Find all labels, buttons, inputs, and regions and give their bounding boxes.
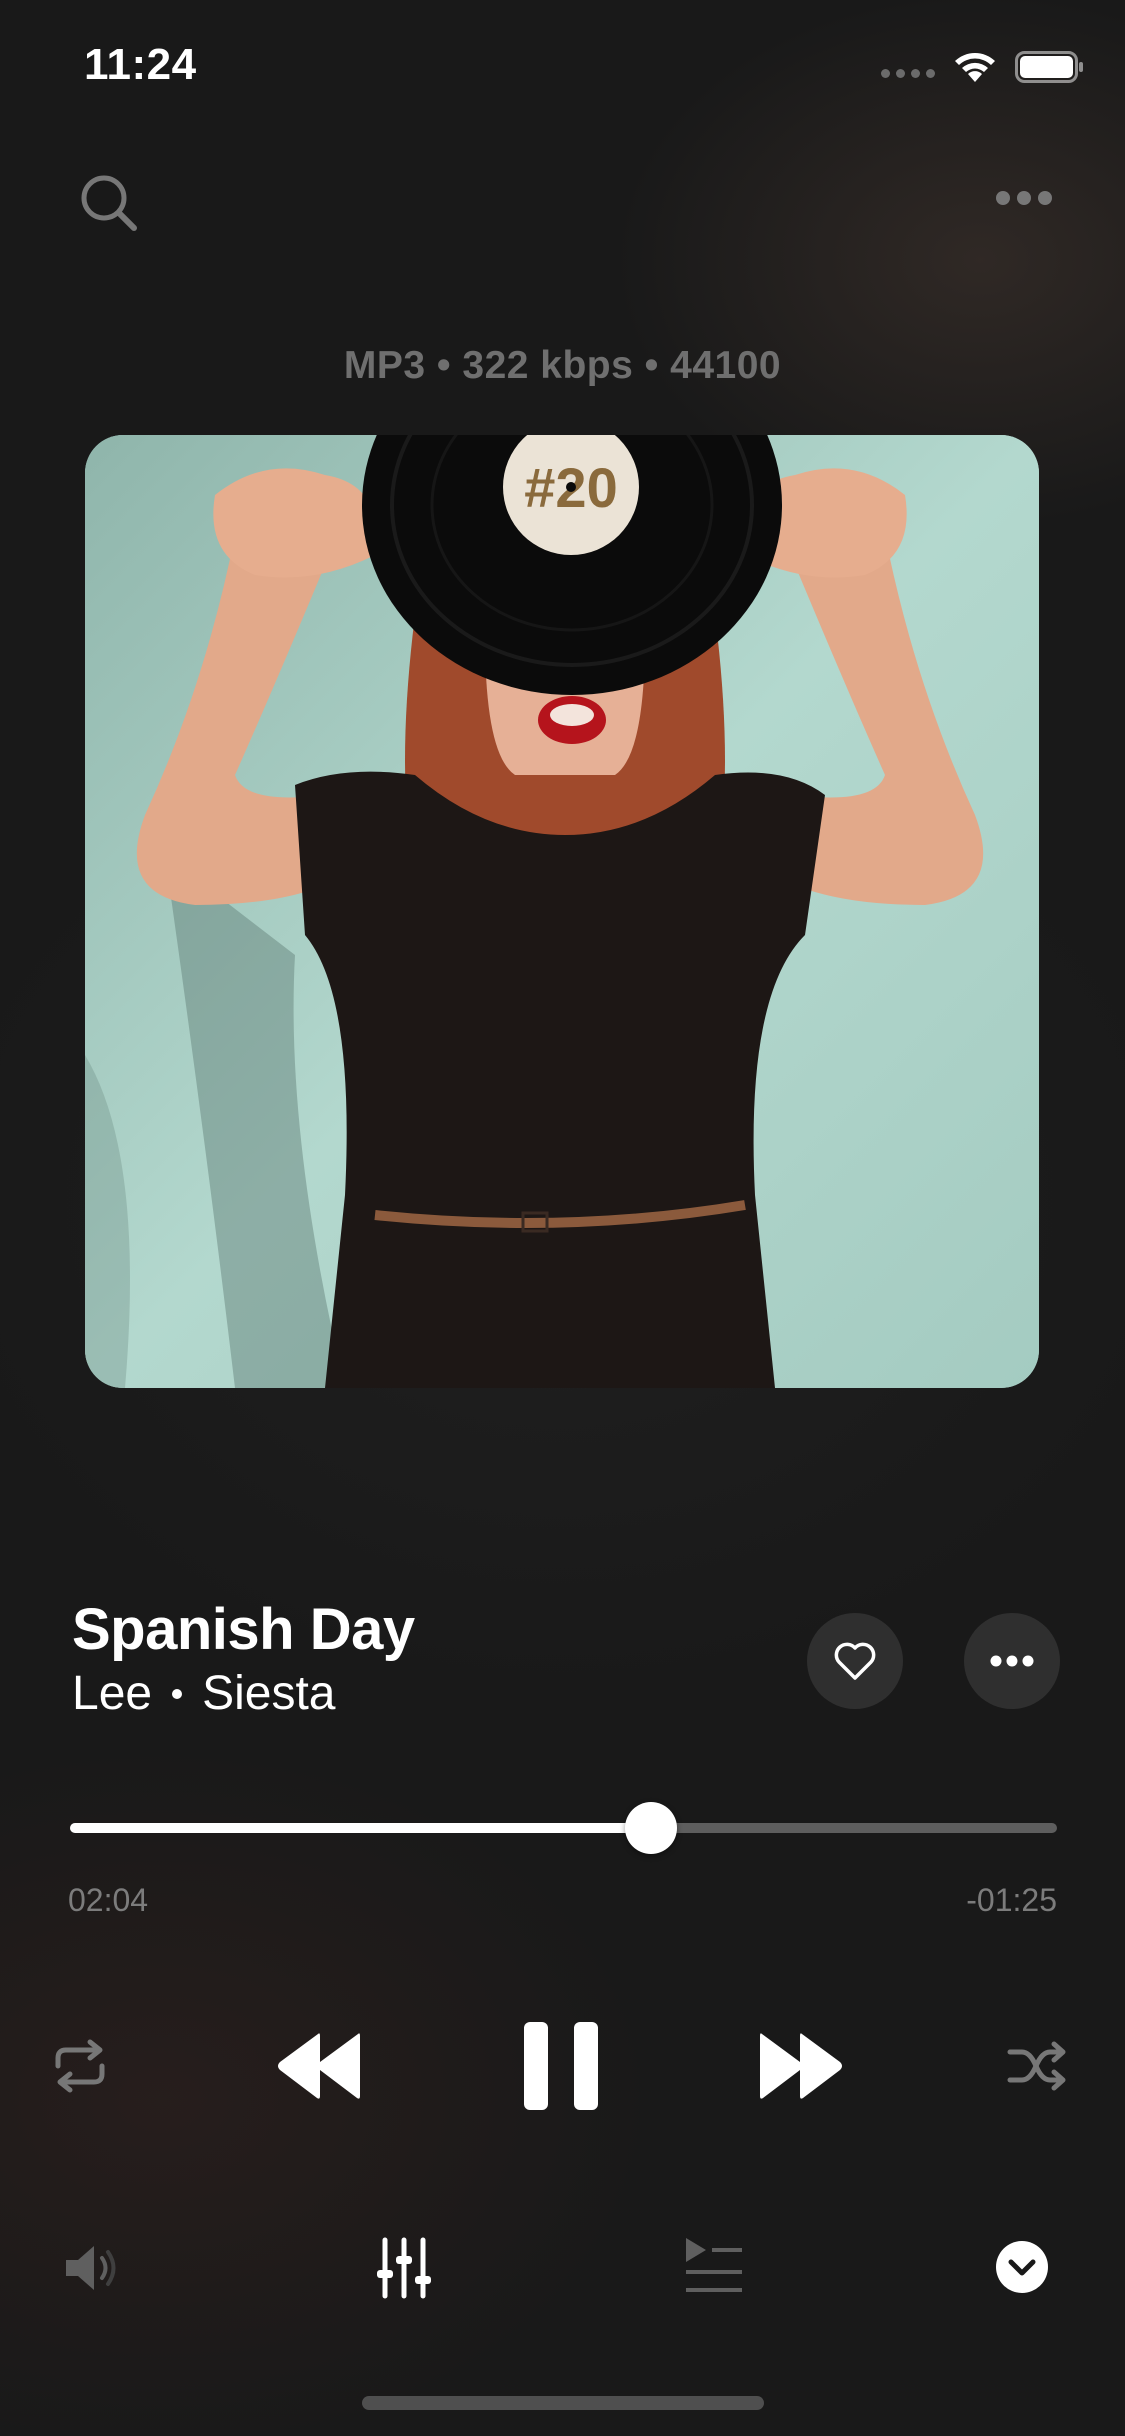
separator-dot <box>172 1688 183 1699</box>
progress-knob[interactable] <box>625 1802 678 1854</box>
top-more-button[interactable] <box>993 178 1055 218</box>
fast-forward-icon <box>760 2033 842 2099</box>
chevron-down-icon <box>996 2241 1048 2293</box>
home-indicator[interactable] <box>362 2396 764 2410</box>
album-artwork: #20 <box>85 435 1039 1388</box>
time-elapsed: 02:04 <box>68 1882 149 1918</box>
progress-fill <box>70 1823 652 1833</box>
shuffle-button[interactable] <box>1006 2036 1070 2096</box>
track-more-button[interactable] <box>964 1613 1060 1709</box>
time-remaining: -01:25 <box>966 1882 1057 1918</box>
forward-button[interactable] <box>756 2026 846 2106</box>
track-artist[interactable]: Lee <box>72 1666 152 1721</box>
signal-dots-icon <box>881 68 935 78</box>
queue-icon <box>686 2238 742 2292</box>
search-button[interactable] <box>78 172 140 234</box>
collapse-button[interactable] <box>995 2240 1049 2294</box>
rewind-icon <box>278 2033 360 2099</box>
status-time: 11:24 <box>84 40 197 89</box>
queue-button[interactable] <box>684 2236 744 2294</box>
track-album[interactable]: Siesta <box>202 1666 335 1721</box>
equalizer-button[interactable] <box>376 2236 432 2300</box>
status-icons <box>881 50 1085 84</box>
pause-icon <box>524 2022 598 2110</box>
volume-icon <box>66 2246 116 2290</box>
volume-button[interactable] <box>62 2240 124 2296</box>
shuffle-icon <box>1007 2041 1066 2091</box>
heart-icon <box>834 1642 876 1680</box>
search-icon <box>81 175 137 231</box>
more-horizontal-icon <box>990 1655 1034 1667</box>
track-title: Spanish Day <box>72 1597 415 1662</box>
track-subtitle: Lee Siesta <box>72 1666 336 1721</box>
album-artwork-photo: #20 <box>85 435 1039 1388</box>
rewind-button[interactable] <box>274 2026 364 2106</box>
now-playing-screen: 11:24 MP3 • 322 kbps • 44100 #20 Spanish… <box>0 0 1125 2436</box>
repeat-button[interactable] <box>48 2036 112 2096</box>
like-button[interactable] <box>807 1613 903 1709</box>
equalizer-icon <box>377 2237 431 2299</box>
more-horizontal-icon <box>996 191 1052 205</box>
pause-button[interactable] <box>520 2018 602 2114</box>
audio-format-info: MP3 • 322 kbps • 44100 <box>343 344 782 387</box>
battery-icon <box>1015 51 1083 83</box>
wifi-icon <box>955 53 995 82</box>
progress-slider[interactable] <box>70 1802 1057 1854</box>
repeat-icon <box>55 2039 105 2093</box>
